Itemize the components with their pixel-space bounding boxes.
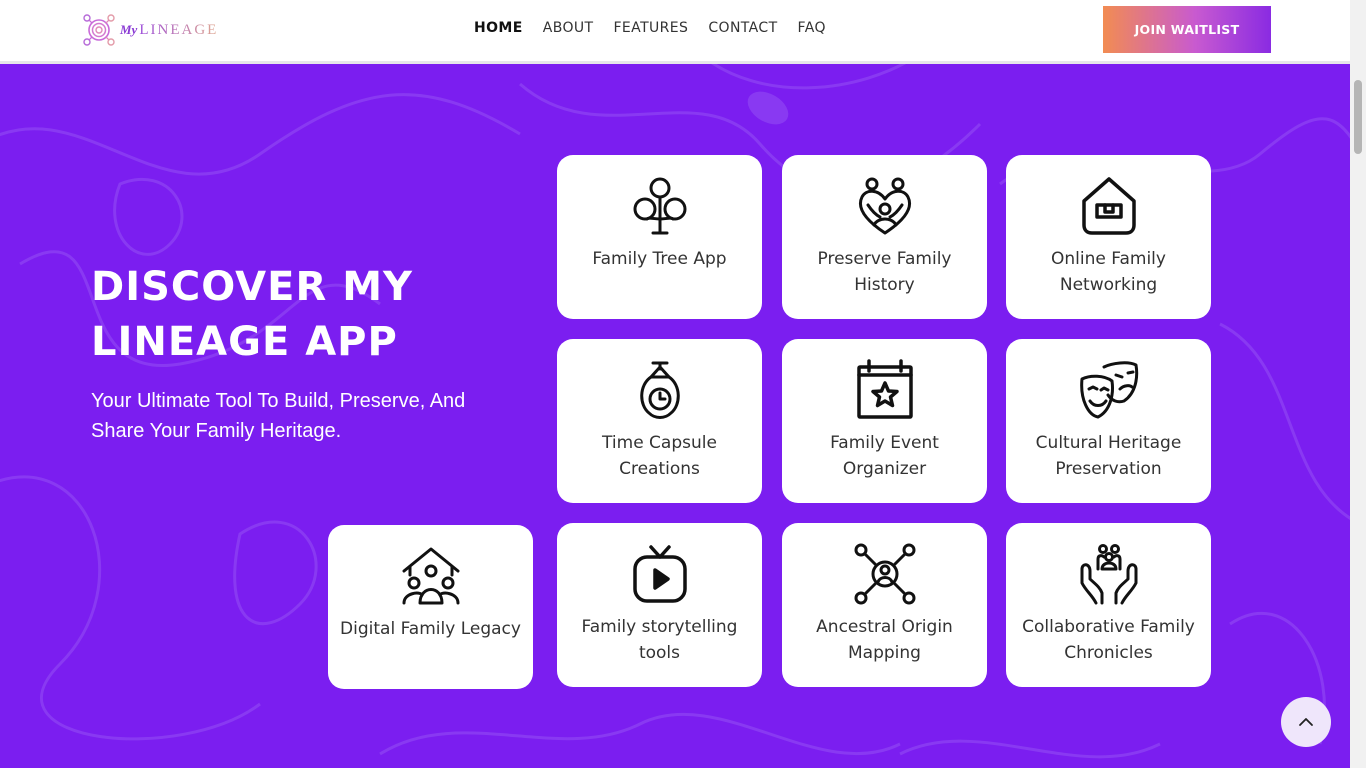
scroll-to-top-button[interactable] bbox=[1281, 697, 1331, 747]
scrollbar-thumb[interactable] bbox=[1354, 80, 1362, 154]
feature-card-online-networking[interactable]: Online Family Networking bbox=[1006, 155, 1211, 319]
hero-subtitle: Your Ultimate Tool To Build, Preserve, A… bbox=[91, 390, 466, 442]
calendar-star-icon bbox=[857, 359, 913, 419]
feature-card-collaborative-chronicles[interactable]: Collaborative Family Chronicles bbox=[1006, 523, 1211, 687]
fingerprint-circles-logo bbox=[83, 14, 115, 46]
feature-card-preserve-history[interactable]: Preserve Family History bbox=[782, 155, 987, 319]
feature-card-digital-legacy[interactable]: Digital Family Legacy bbox=[328, 525, 533, 689]
family-heart-icon bbox=[859, 177, 911, 235]
family-house-icon bbox=[402, 547, 460, 605]
home-network-icon bbox=[1082, 177, 1136, 235]
feature-label: Family Tree App bbox=[592, 249, 727, 269]
time-capsule-icon bbox=[640, 361, 680, 419]
main-nav: HOME ABOUT FEATURES CONTACT FAQ bbox=[474, 20, 846, 36]
feature-label: Online Family Networking bbox=[1051, 249, 1166, 295]
logo-text-my: My bbox=[120, 21, 138, 37]
feature-label: Digital Family Legacy bbox=[340, 619, 521, 639]
hands-family-icon bbox=[1080, 544, 1138, 605]
feature-label: Ancestral Origin Mapping bbox=[816, 617, 953, 663]
feature-card-family-tree[interactable]: Family Tree App bbox=[557, 155, 762, 319]
network-user-icon bbox=[854, 543, 916, 605]
feature-card-time-capsule[interactable]: Time Capsule Creations bbox=[557, 339, 762, 503]
feature-label: Preserve Family History bbox=[817, 249, 952, 295]
hero-section: DISCOVER MY LINEAGE APP Your Ultimate To… bbox=[0, 64, 1350, 768]
nav-home[interactable]: HOME bbox=[474, 20, 523, 36]
tree-icon bbox=[633, 177, 687, 235]
tv-play-icon bbox=[633, 545, 687, 603]
join-waitlist-button[interactable]: JOIN WAITLIST bbox=[1103, 6, 1271, 53]
nav-contact[interactable]: CONTACT bbox=[708, 20, 777, 36]
feature-card-event-organizer[interactable]: Family Event Organizer bbox=[782, 339, 987, 503]
page-scrollbar[interactable] bbox=[1350, 0, 1366, 768]
feature-card-cultural-heritage[interactable]: Cultural Heritage Preservation bbox=[1006, 339, 1211, 503]
nav-faq[interactable]: FAQ bbox=[798, 20, 826, 36]
nav-features[interactable]: FEATURES bbox=[613, 20, 688, 36]
site-header: My LINEAGE HOME ABOUT FEATURES CONTACT F… bbox=[0, 0, 1350, 64]
logo[interactable]: My LINEAGE bbox=[82, 12, 218, 48]
feature-label: Cultural Heritage Preservation bbox=[1035, 433, 1182, 479]
hero-title: DISCOVER MY LINEAGE APP bbox=[91, 264, 413, 365]
theater-masks-icon bbox=[1080, 361, 1139, 419]
feature-label: Family Event Organizer bbox=[830, 433, 939, 479]
logo-text-lineage: LINEAGE bbox=[139, 21, 219, 38]
page: My LINEAGE HOME ABOUT FEATURES CONTACT F… bbox=[0, 0, 1350, 768]
feature-card-ancestral-mapping[interactable]: Ancestral Origin Mapping bbox=[782, 523, 987, 687]
feature-label: Collaborative Family Chronicles bbox=[1022, 617, 1195, 663]
chevron-up-icon bbox=[1299, 718, 1313, 726]
feature-label: Time Capsule Creations bbox=[602, 433, 717, 479]
nav-about[interactable]: ABOUT bbox=[543, 20, 594, 36]
feature-label: Family storytelling tools bbox=[581, 617, 738, 663]
feature-card-storytelling[interactable]: Family storytelling tools bbox=[557, 523, 762, 687]
